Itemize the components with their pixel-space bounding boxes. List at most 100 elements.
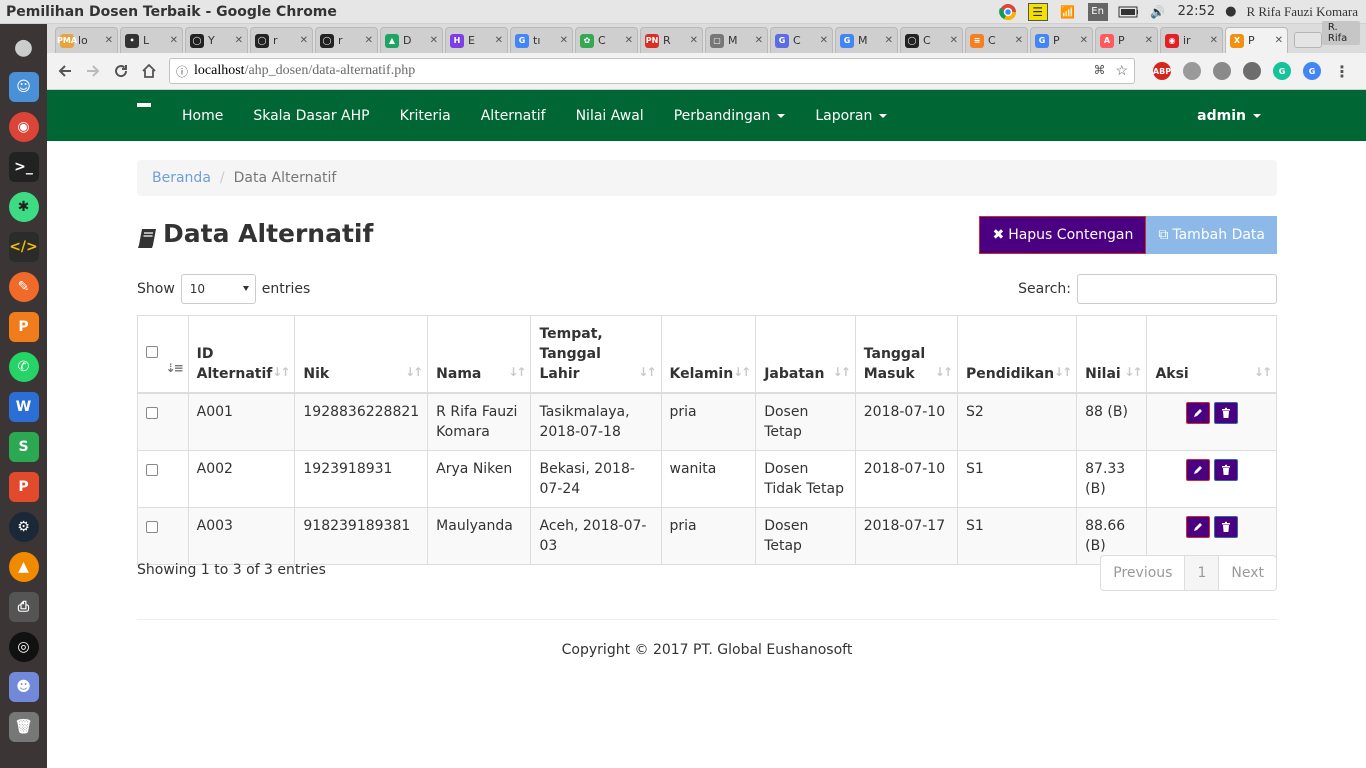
forward-button[interactable] (79, 57, 107, 85)
grammarly-icon[interactable]: G (1273, 62, 1291, 80)
tab-close-icon[interactable]: ✕ (1145, 35, 1153, 46)
tab-close-icon[interactable]: ✕ (1015, 35, 1023, 46)
edit-button[interactable] (1185, 402, 1210, 424)
wps-writer-icon[interactable]: W (8, 392, 39, 422)
column-header[interactable]: Kelamin ↓↑ (660, 315, 757, 394)
notes-tray-icon[interactable]: ☰ (1027, 2, 1048, 21)
wps-presentation-icon[interactable]: P (8, 472, 39, 502)
tab-close-icon[interactable]: ✕ (300, 35, 308, 46)
tab-close-icon[interactable]: ✕ (885, 35, 893, 46)
row-checkbox[interactable] (146, 521, 158, 533)
vlc-icon[interactable]: ▲ (8, 552, 39, 582)
browser-tab[interactable]: PMA lo ✕ (55, 27, 118, 53)
printer-icon[interactable]: ⎙ (8, 592, 39, 622)
chrome-icon[interactable]: ◉ (8, 112, 39, 142)
sort-icon[interactable]: ↓↑ (935, 362, 953, 382)
tab-close-icon[interactable]: ✕ (1210, 35, 1218, 46)
browser-tab[interactable]: G M ✕ (835, 27, 898, 53)
translate-icon[interactable]: ⌘ (1093, 63, 1105, 80)
finder-icon[interactable]: ☺ (8, 72, 39, 102)
sort-icon[interactable]: ↓↑ (272, 362, 290, 382)
user-menu-dropdown[interactable]: admin (1182, 108, 1276, 124)
globe-icon[interactable] (1213, 62, 1231, 80)
sort-icon[interactable]: ↓↑ (1254, 362, 1272, 382)
sort-icon[interactable]: ↓↑ (833, 362, 851, 382)
address-bar[interactable]: ⓘ localhost/ahp_dosen/data-alternatif.ph… (169, 58, 1135, 84)
wifi-icon[interactable]: 📶 (1058, 3, 1078, 21)
battery-icon[interactable] (1118, 3, 1138, 21)
browser-tab[interactable]: X P ✕ (1225, 27, 1288, 53)
browser-tab[interactable]: PN R ✕ (640, 27, 703, 53)
column-header[interactable]: Nama ↓↑ (427, 315, 532, 394)
tab-close-icon[interactable]: ✕ (430, 35, 438, 46)
chat-icon[interactable] (1243, 62, 1261, 80)
tab-close-icon[interactable]: ✕ (690, 35, 698, 46)
sort-icon[interactable]: ↓↑ (638, 362, 656, 382)
sort-icon[interactable]: ↓↑ (1124, 362, 1142, 382)
clock[interactable]: 22:52 (1178, 4, 1215, 19)
home-button[interactable] (135, 57, 163, 85)
nav-skala-dasar-ahp[interactable]: Skala Dasar AHP (238, 108, 384, 124)
tab-close-icon[interactable]: ✕ (170, 35, 178, 46)
nav-home[interactable]: Home (167, 108, 238, 124)
apple-menu-icon[interactable]: ● (1225, 4, 1236, 19)
tab-close-icon[interactable]: ✕ (1275, 35, 1283, 46)
sort-icon[interactable]: ↓↑ (733, 362, 751, 382)
row-checkbox[interactable] (146, 464, 158, 476)
pagination-page-1[interactable]: 1 (1185, 555, 1219, 591)
nav-alternatif[interactable]: Alternatif (466, 108, 561, 124)
whatsapp-icon[interactable]: ✆ (8, 352, 39, 382)
column-header[interactable]: Tanggal Masuk ↓↑ (854, 315, 959, 394)
nav-laporan-dropdown[interactable]: Laporan (800, 108, 902, 124)
select-all-checkbox[interactable] (146, 346, 158, 358)
browser-tab[interactable]: ▢ M ✕ (705, 27, 768, 53)
nav-perbandingan-dropdown[interactable]: Perbandingan (659, 108, 801, 124)
bookmark-star-icon[interactable]: ☆ (1115, 63, 1128, 80)
chrome-tray-icon[interactable] (998, 3, 1018, 21)
browser-tab[interactable]: G P ✕ (1030, 27, 1093, 53)
tab-close-icon[interactable]: ✕ (755, 35, 763, 46)
adblock-plus-icon[interactable]: ABP (1153, 62, 1171, 80)
chrome-menu-icon[interactable]: ⋮ (1333, 62, 1351, 81)
session-user[interactable]: R Rifa Fauzi Komara (1246, 4, 1358, 20)
row-checkbox[interactable] (146, 407, 158, 419)
column-header[interactable]: Nilai ↓↑ (1076, 315, 1148, 394)
browser-tab[interactable]: ◉ ir ✕ (1160, 27, 1223, 53)
browser-tab[interactable]: ◯ r ✕ (250, 27, 313, 53)
profile-button[interactable]: R. Rifa (1321, 21, 1360, 45)
browser-tab[interactable]: ≡ C ✕ (965, 27, 1028, 53)
discord-icon[interactable]: ☻ (8, 672, 39, 702)
tab-close-icon[interactable]: ✕ (820, 35, 828, 46)
browser-tab[interactable]: Gtı ✕ (510, 27, 573, 53)
sort-asc-icon[interactable]: ⇣≡ (166, 358, 184, 378)
column-header[interactable]: Nik ↓↑ (294, 315, 429, 394)
page-info-icon[interactable]: ⓘ (176, 63, 188, 80)
browser-tab[interactable]: ▲ D ✕ (380, 27, 443, 53)
tab-close-icon[interactable]: ✕ (235, 35, 243, 46)
inkscape-icon[interactable]: ✎ (8, 272, 39, 302)
trash-icon[interactable]: 🗑 (8, 712, 39, 742)
pdf-icon[interactable]: P (8, 312, 39, 342)
column-header[interactable]: ID Alternatif ↓↑ (187, 315, 296, 394)
android-studio-icon[interactable]: ✱ (8, 192, 39, 222)
sort-icon[interactable]: ↓↑ (405, 362, 423, 382)
browser-tab[interactable]: G C ✕ (770, 27, 833, 53)
terminal-icon[interactable]: >_ (8, 152, 39, 182)
sort-icon[interactable]: ↓↑ (1054, 362, 1072, 382)
column-header[interactable]: Aksi ↓↑ (1146, 315, 1277, 394)
sort-icon[interactable]: ↓↑ (508, 362, 526, 382)
delete-button[interactable] (1213, 516, 1238, 538)
edit-button[interactable] (1185, 516, 1210, 538)
language-indicator[interactable]: En (1087, 2, 1108, 21)
browser-tab[interactable]: • L ✕ (120, 27, 183, 53)
back-button[interactable] (51, 57, 79, 85)
volume-icon[interactable]: 🔊 (1148, 3, 1168, 21)
browser-tab[interactable]: ◯ C ✕ (900, 27, 963, 53)
apple-icon[interactable]: ● (9, 32, 39, 62)
tab-close-icon[interactable]: ✕ (950, 35, 958, 46)
new-tab-button[interactable] (1294, 32, 1322, 48)
nav-nilai-awal[interactable]: Nilai Awal (561, 108, 659, 124)
navbar-brand[interactable] (137, 102, 151, 107)
nav-kriteria[interactable]: Kriteria (385, 108, 466, 124)
google-translate-icon[interactable]: G (1303, 62, 1321, 80)
